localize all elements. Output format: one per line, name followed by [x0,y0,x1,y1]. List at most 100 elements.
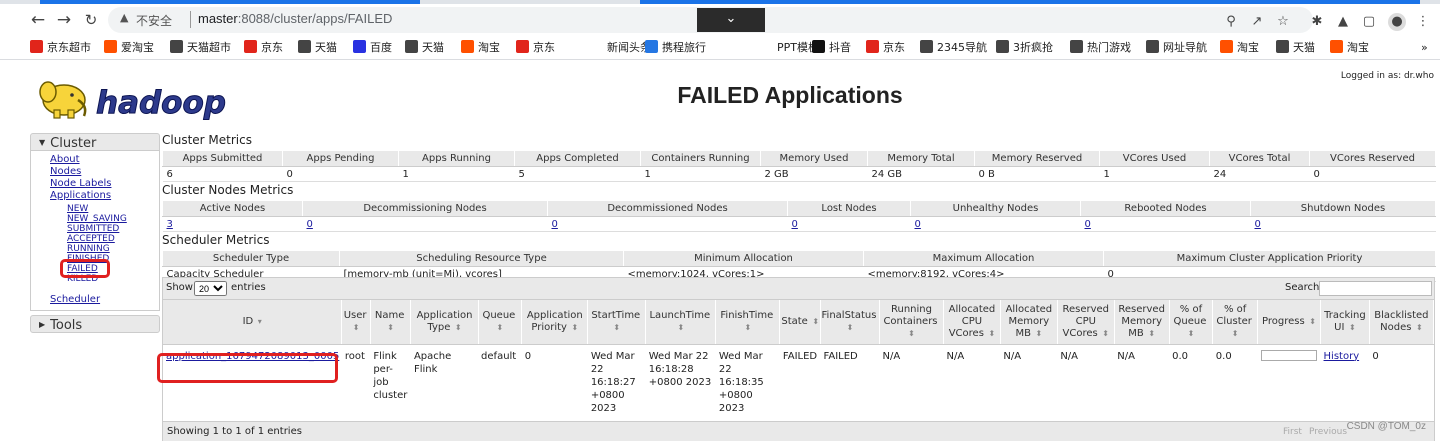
previous-page-button[interactable]: Previous [1309,427,1347,437]
sidebar-state-running[interactable]: RUNNING [67,244,110,254]
extensions-icon[interactable]: ✱ [1308,13,1326,31]
profile-icon[interactable]: ● [1388,13,1406,31]
column-header[interactable]: LaunchTime ⬍ [645,300,717,345]
column-header: Apps Pending [282,150,399,167]
bookmark-item[interactable]: 2345导航 [920,40,987,56]
applications-table: ID ▾ User ⬍ Name ⬍ Application Type ⬍ Queue … [163,300,1435,420]
column-header[interactable]: User ⬍ [341,300,371,345]
column-header[interactable]: FinishTime ⬍ [715,300,781,345]
column-header-label: Progress [1262,315,1305,327]
column-header[interactable]: FinalStatus ⬍ [820,300,880,345]
menu-icon[interactable]: ⋮ [1414,13,1432,31]
watermark: CSDN @TOM_0z [1346,421,1426,432]
metric-link[interactable]: 0 [302,216,548,232]
bookmark-item[interactable]: PPT模板 [760,40,819,56]
sidebar-link-applications[interactable]: Applications [50,190,111,201]
bookmark-label: 网址导航 [1163,41,1207,54]
bookmark-item[interactable]: 淘宝 [461,40,500,56]
column-header[interactable]: StartTime ⬍ [587,300,647,345]
column-header[interactable]: ID ▾ [163,300,343,345]
metric-link[interactable]: 0 [547,216,788,232]
reload-icon[interactable]: ↻ [80,9,102,31]
bookmark-item[interactable]: 网址导航 [1146,40,1207,56]
url-text[interactable]: master:8088/cluster/apps/FAILED [198,11,392,26]
column-header[interactable]: % of Queue ⬍ [1169,300,1214,345]
cell-state: FAILED [782,350,818,362]
sidebar-state-new-saving[interactable]: NEW_SAVING [67,214,127,224]
bookmark-item[interactable]: 京东 [866,40,905,56]
column-header[interactable]: Application Priority ⬍ [521,300,589,345]
column-header[interactable]: % of Cluster ⬍ [1212,300,1259,345]
share-icon[interactable]: ↗ [1248,13,1266,31]
lab-icon[interactable]: ▲ [1334,13,1352,31]
metric-link[interactable]: 0 [787,216,911,232]
bookmark-item[interactable]: 天猫 [405,40,444,56]
bookmark-item[interactable]: 携程旅行 [645,40,706,56]
column-header[interactable]: Application Type ⬍ [410,300,479,345]
back-arrow-icon[interactable]: ← [27,9,49,31]
metric-link[interactable]: 3 [162,216,303,232]
bookmark-item[interactable]: 新闻头条 [590,40,651,56]
bookmark-item[interactable]: 热门游戏 [1070,40,1131,56]
bookmarks-more-icon[interactable]: » [1421,40,1428,56]
bookmark-item[interactable]: 淘宝 [1330,40,1369,56]
sidebar-link-node-labels[interactable]: Node Labels [50,178,111,189]
cell-start-time: Wed Mar 22 16:18:27 +0800 2023 [590,350,636,414]
sidebar-state-accepted[interactable]: ACCEPTED [67,234,115,244]
column-header: Active Nodes [162,200,303,217]
bookmark-item[interactable]: 3折疯抢 [996,40,1053,56]
sidebar-state-new[interactable]: NEW [67,204,88,214]
sidebar-link-about[interactable]: About [50,154,80,165]
bookmark-item[interactable]: 天猫 [1276,40,1315,56]
chevron-down-icon[interactable]: ⌄ [697,8,765,32]
bookmark-label: 爱淘宝 [121,41,154,54]
bookmark-item[interactable]: 百度 [353,40,392,56]
column-header-label: LaunchTime [649,309,711,321]
sidebar-link-nodes[interactable]: Nodes [50,166,81,177]
sidebar-state-submitted[interactable]: SUBMITTED [67,224,119,234]
first-page-button[interactable]: First [1283,427,1302,437]
cell-res-cpu: N/A [1060,350,1079,362]
cluster-section-header[interactable]: ▼ Cluster [30,133,160,151]
bookmark-item[interactable]: 京东 [516,40,555,56]
progress-bar [1260,349,1317,361]
star-icon[interactable]: ☆ [1274,13,1292,31]
tracking-history-link[interactable]: History [1321,344,1370,420]
column-header[interactable]: Tracking UI ⬍ [1320,300,1370,345]
column-header[interactable]: Progress ⬍ [1257,300,1322,345]
bookmark-favicon-icon [104,40,117,53]
bookmark-label: 淘宝 [1237,41,1259,54]
metric-value: 6 [162,166,283,182]
metric-link[interactable]: 0 [910,216,1081,232]
tools-section-header[interactable]: ▶ Tools [30,315,160,333]
sidebar-link-scheduler[interactable]: Scheduler [50,294,100,305]
column-header[interactable]: Running Containers ⬍ [879,300,945,345]
bookmark-item[interactable]: 天猫 [298,40,337,56]
tools-label: Tools [50,318,83,333]
column-header[interactable]: Name ⬍ [370,300,412,345]
column-header[interactable]: Blacklisted Nodes ⬍ [1369,300,1435,345]
metric-link[interactable]: 0 [1080,216,1251,232]
column-header[interactable]: Allocated Memory MB ⬍ [1000,300,1058,345]
column-header[interactable]: Queue ⬍ [478,300,523,345]
nodes-metrics-title: Cluster Nodes Metrics [162,183,294,197]
column-header[interactable]: Allocated CPU VCores ⬍ [943,300,1001,345]
column-header[interactable]: State ⬍ [779,300,822,345]
search-label: Search: [1285,282,1323,293]
sidepanel-icon[interactable]: ▢ [1360,13,1378,31]
search-input[interactable] [1319,281,1432,296]
column-header[interactable]: Reserved CPU VCores ⬍ [1057,300,1115,345]
sort-icon: ⬍ [1032,328,1043,338]
bookmark-item[interactable]: 抖音 [812,40,851,56]
bookmark-item[interactable]: 天猫超市 [170,40,231,56]
column-header[interactable]: Reserved Memory MB ⬍ [1114,300,1170,345]
column-header: VCores Used [1099,150,1210,167]
bookmark-item[interactable]: 京东超市 [30,40,91,56]
forward-arrow-icon[interactable]: → [53,9,75,31]
bookmark-item[interactable]: 淘宝 [1220,40,1259,56]
bookmark-item[interactable]: 京东 [244,40,283,56]
metric-link[interactable]: 0 [1250,216,1436,232]
zoom-icon[interactable]: ⚲ [1222,13,1240,31]
bookmark-item[interactable]: 爱淘宝 [104,40,154,56]
page-size-select[interactable]: 20 [194,281,227,296]
